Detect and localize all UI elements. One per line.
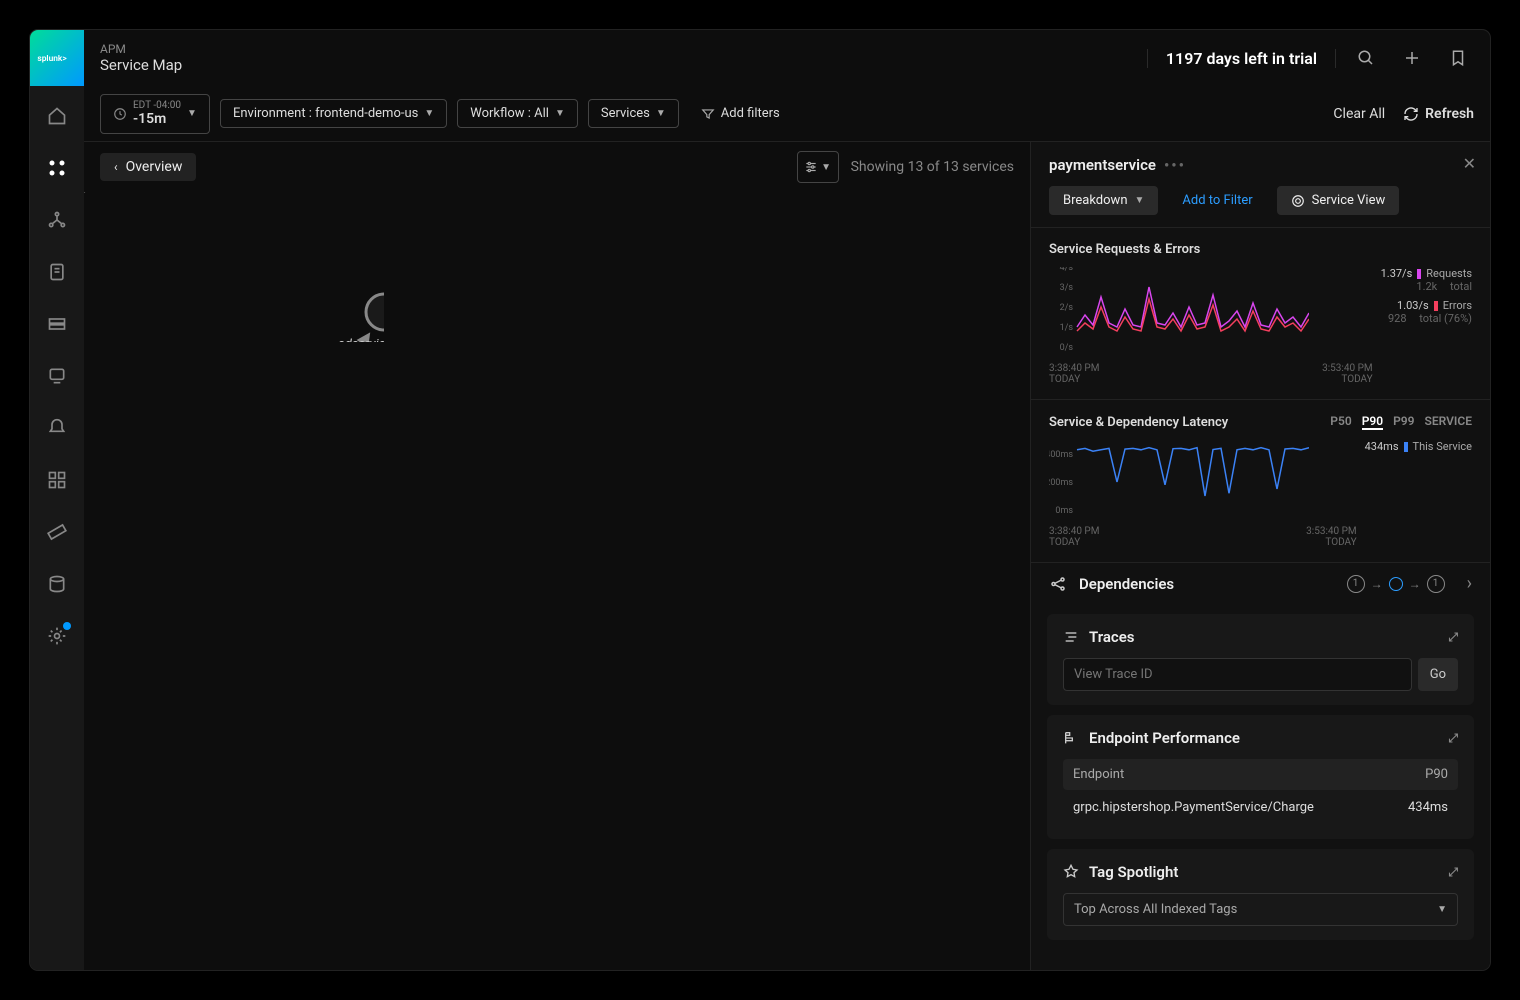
workflow-filter[interactable]: Workflow : All▼	[457, 99, 578, 128]
svg-text:400ms: 400ms	[1049, 450, 1073, 460]
environment-filter[interactable]: Environment : frontend-demo-us▼	[220, 99, 447, 128]
page-title: Service Map	[100, 56, 182, 74]
breadcrumb[interactable]: APM	[100, 42, 182, 56]
topology-icon[interactable]	[41, 204, 73, 236]
endpoint-icon	[1063, 730, 1079, 746]
svg-text:splunk>: splunk>	[37, 54, 67, 64]
filter-bar: EDT -04:00-15m ▼ Environment : frontend-…	[84, 86, 1490, 142]
requests-errors-title: Service Requests & Errors	[1049, 242, 1472, 257]
traces-icon	[1063, 629, 1079, 645]
bookmark-icon[interactable]	[1442, 42, 1474, 74]
dependencies-row[interactable]: Dependencies 1→→1 ›	[1031, 562, 1490, 604]
app-header: splunk> APM Service Map 1197 days left i…	[30, 30, 1490, 86]
services-filter[interactable]: Services▼	[588, 99, 679, 128]
more-icon[interactable]: •••	[1164, 156, 1186, 174]
details-panel: paymentservice ••• ✕ Breakdown▼ Add to Fi…	[1030, 142, 1490, 970]
close-icon[interactable]: ✕	[1463, 154, 1476, 173]
traces-card: Traces ⤢ Go	[1047, 614, 1474, 705]
search-icon[interactable]	[1350, 42, 1382, 74]
requests-errors-chart[interactable]: 0/s 1/s 2/s 3/s 4/s	[1049, 267, 1309, 357]
rum-icon[interactable]	[41, 360, 73, 392]
refresh-button[interactable]: Refresh	[1403, 106, 1474, 122]
svg-text:0ms: 0ms	[1055, 506, 1073, 516]
expand-icon[interactable]: ⤢	[1448, 630, 1458, 645]
settings-icon[interactable]	[41, 620, 73, 652]
data-icon[interactable]	[41, 568, 73, 600]
tag-spotlight-card: Tag Spotlight ⤢ Top Across All Indexed T…	[1047, 849, 1474, 940]
map-settings-button[interactable]: ▼	[797, 151, 839, 183]
home-icon[interactable]	[41, 100, 73, 132]
plus-icon[interactable]	[1396, 42, 1428, 74]
showing-count: Showing 13 of 13 services	[851, 159, 1014, 175]
service-map-canvas: ‹Overview ▼ Showing 13 of 13 services 4m…	[84, 142, 1030, 970]
add-to-filter-button[interactable]: Add to Filter	[1168, 186, 1266, 215]
apm-icon[interactable]	[41, 152, 73, 184]
infra-icon[interactable]	[41, 308, 73, 340]
dependency-graph-icon: 1→→1	[1347, 575, 1445, 593]
alerts-icon[interactable]	[41, 412, 73, 444]
table-row[interactable]: grpc.hipstershop.PaymentService/Charge43…	[1063, 790, 1458, 825]
splunk-logo[interactable]: splunk>	[30, 30, 84, 86]
trial-status: 1197 days left in trial	[1147, 49, 1336, 68]
ruler-icon[interactable]	[41, 516, 73, 548]
svg-text:adservice 989µs: adservice 989µs	[338, 337, 384, 342]
expand-icon[interactable]: ⤢	[1448, 865, 1458, 880]
latency-legend: 434msThis Service	[1365, 440, 1472, 548]
clear-all-button[interactable]: Clear All	[1325, 102, 1393, 126]
endpoint-performance-card: Endpoint Performance ⤢ EndpointP90 grpc.…	[1047, 715, 1474, 839]
selected-service-name: paymentservice	[1049, 156, 1156, 174]
percentile-tabs[interactable]: P50P90P99SERVICE	[1330, 414, 1472, 430]
latency-chart[interactable]: 0ms 200ms 400ms	[1049, 440, 1309, 520]
svg-text:3/s: 3/s	[1060, 283, 1074, 293]
endpoint-table: EndpointP90 grpc.hipstershop.PaymentServ…	[1063, 759, 1458, 825]
trace-id-input[interactable]	[1063, 658, 1412, 691]
tag-spotlight-select[interactable]: Top Across All Indexed Tags ▼	[1063, 893, 1458, 926]
left-nav-rail	[30, 86, 84, 970]
svg-text:6ms: 6ms	[84, 192, 95, 195]
dashboards-icon[interactable]	[41, 464, 73, 496]
time-range-picker[interactable]: EDT -04:00-15m ▼	[100, 94, 210, 134]
service-view-button[interactable]: Service View	[1277, 186, 1400, 215]
svg-text:1/s: 1/s	[1060, 323, 1074, 333]
logs-icon[interactable]	[41, 256, 73, 288]
expand-icon[interactable]: ⤢	[1448, 731, 1458, 746]
breakdown-button[interactable]: Breakdown▼	[1049, 186, 1158, 215]
chevron-right-icon: ›	[1467, 573, 1472, 594]
chevron-down-icon: ▼	[187, 108, 197, 119]
latency-title: Service & Dependency Latency	[1049, 415, 1228, 430]
svg-text:0/s: 0/s	[1060, 343, 1074, 353]
share-icon	[1049, 575, 1067, 593]
svg-text:200ms: 200ms	[1049, 478, 1073, 488]
svg-text:4/s: 4/s	[1060, 267, 1074, 273]
overview-button[interactable]: ‹Overview	[100, 153, 196, 181]
tag-icon	[1063, 864, 1079, 880]
go-button[interactable]: Go	[1418, 658, 1458, 691]
svg-text:2/s: 2/s	[1060, 303, 1074, 313]
requests-legend: 1.37/sRequests 1.2k total 1.03/sErrors 9…	[1381, 267, 1472, 385]
add-filters-button[interactable]: Add filters	[689, 100, 792, 127]
service-map-svg[interactable]: 4ms636ms3ms4.11s11ms1ms603ms10ms11ms434m…	[84, 192, 384, 342]
